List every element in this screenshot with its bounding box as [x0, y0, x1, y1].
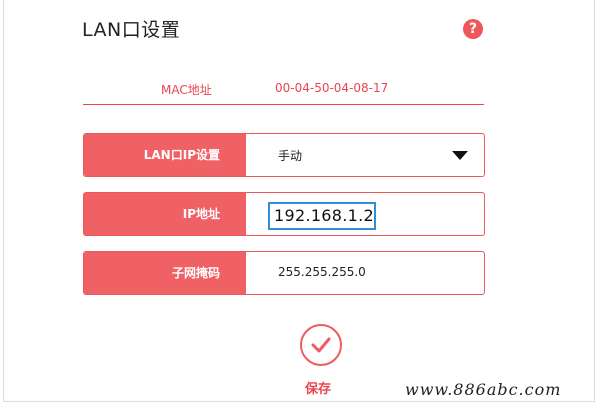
subnet-mask-input[interactable]: 255.255.255.0	[278, 265, 366, 279]
lan-ip-mode-value[interactable]: 手动	[278, 147, 302, 164]
subnet-mask-label-block: 子网掩码	[84, 252, 246, 294]
subnet-mask-label: 子网掩码	[171, 266, 220, 280]
watermark: www.886abc.com	[405, 380, 562, 399]
lan-ip-mode-label: LAN口IP设置	[143, 148, 220, 162]
lan-ip-mode-select[interactable]: LAN口IP设置 手动	[83, 133, 485, 177]
lan-ip-mode-label-block: LAN口IP设置	[84, 134, 246, 176]
checkmark-icon	[311, 337, 331, 353]
mac-address-label: MAC地址	[161, 83, 212, 97]
save-label[interactable]: 保存	[305, 378, 331, 397]
ip-address-label: IP地址	[182, 207, 220, 221]
mac-address-value: 00-04-50-04-08-17	[275, 81, 389, 95]
help-icon[interactable]: ?	[463, 19, 483, 39]
ip-address-row: IP地址 192.168.1.2	[83, 192, 485, 236]
ip-address-label-block: IP地址	[84, 193, 246, 235]
divider	[83, 104, 484, 105]
save-button[interactable]	[300, 324, 342, 366]
ip-address-input[interactable]: 192.168.1.2	[268, 202, 376, 230]
page-title: LAN口设置	[82, 19, 181, 41]
chevron-down-icon[interactable]	[452, 151, 468, 160]
subnet-mask-row: 子网掩码 255.255.255.0	[83, 251, 485, 295]
